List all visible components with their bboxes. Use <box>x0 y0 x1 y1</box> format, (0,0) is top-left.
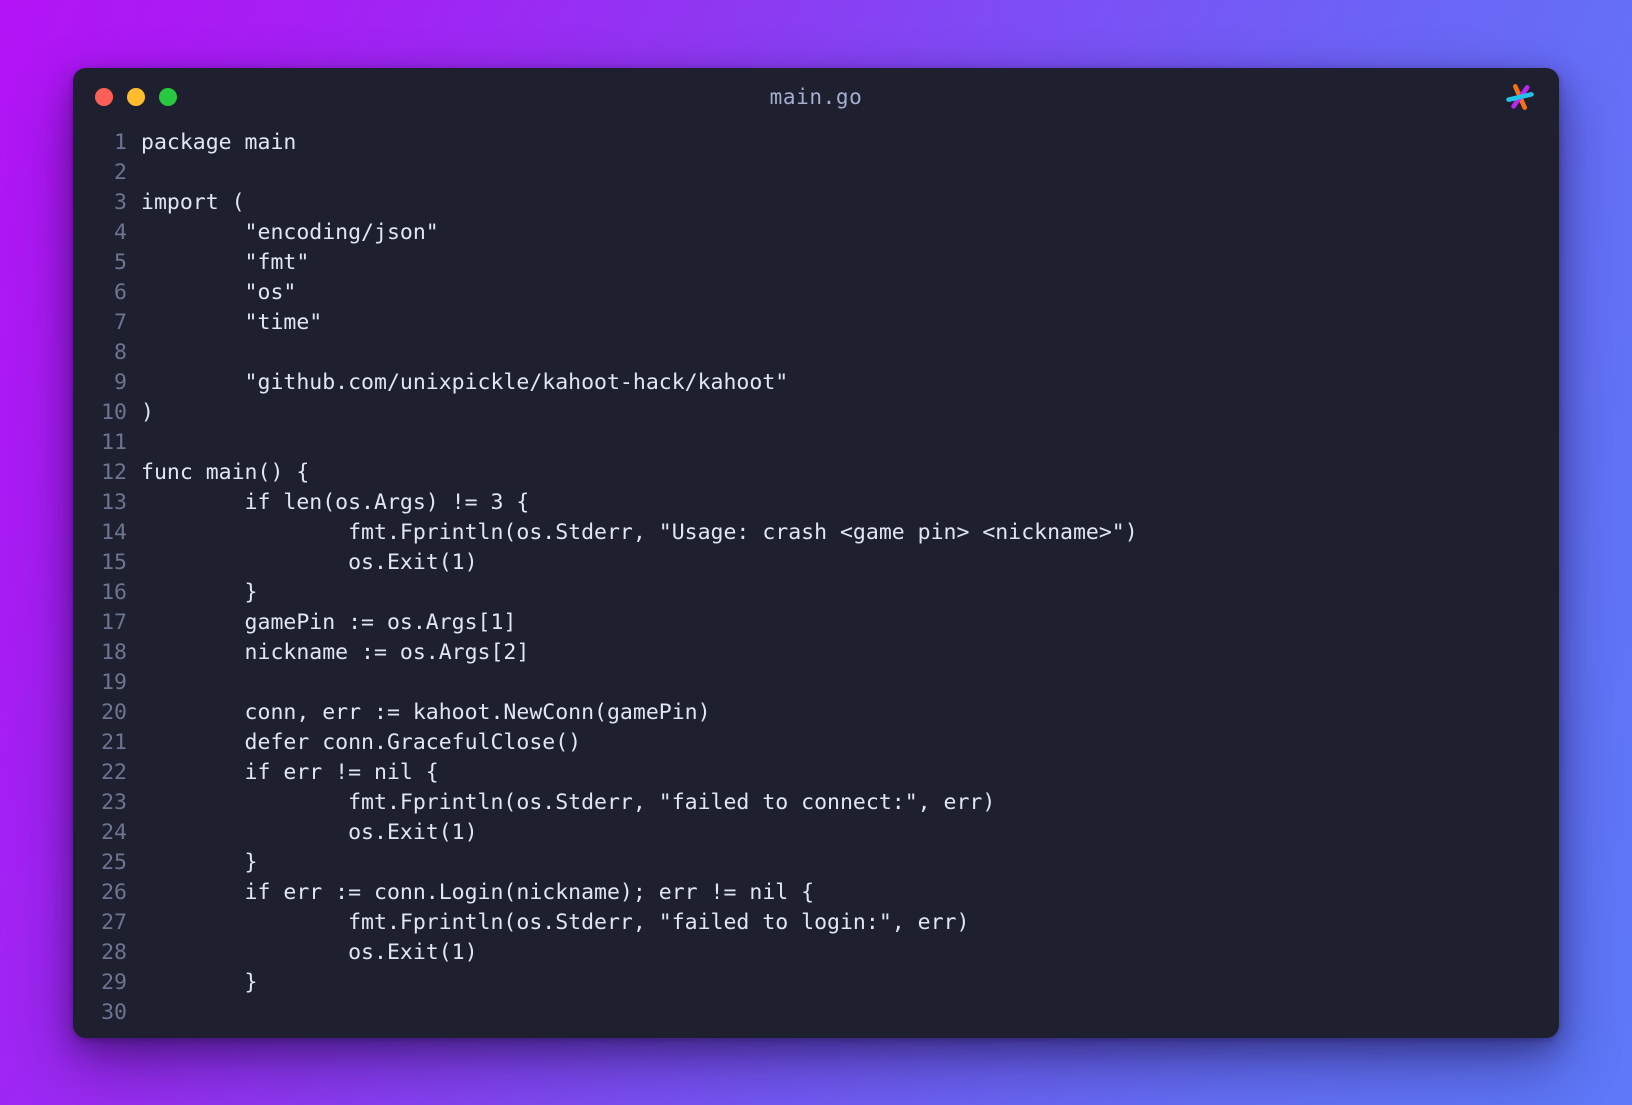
line-number: 26 <box>101 879 127 905</box>
code-line-text: package main <box>141 129 297 155</box>
code-line-text: } <box>141 579 258 605</box>
code-line-text: "github.com/unixpickle/kahoot-hack/kahoo… <box>141 369 789 395</box>
code-line-text: os.Exit(1) <box>141 549 478 575</box>
line-number: 11 <box>101 429 127 455</box>
code-line-text: "fmt" <box>141 249 310 275</box>
close-button[interactable] <box>95 87 113 106</box>
line-number: 21 <box>101 729 127 755</box>
code-line-text: ) <box>141 399 154 425</box>
code-line-text: if err != nil { <box>141 759 439 785</box>
code-line-text: func main() { <box>141 459 310 485</box>
code-line-text: if err := conn.Login(nickname); err != n… <box>141 879 815 905</box>
line-number: 9 <box>114 369 127 395</box>
code-line: 2 <box>73 158 1559 188</box>
code-line: 20 conn, err := kahoot.NewConn(gamePin) <box>73 698 1559 728</box>
line-number: 15 <box>101 549 127 575</box>
line-number: 2 <box>114 159 127 185</box>
code-line: 8 <box>73 338 1559 368</box>
line-number: 29 <box>101 969 127 995</box>
code-line-text: os.Exit(1) <box>141 819 478 845</box>
code-line-text: import ( <box>141 189 245 215</box>
line-number: 27 <box>101 909 127 935</box>
code-line-text: } <box>141 969 258 995</box>
code-line: 11 <box>73 428 1559 458</box>
code-line-text: defer conn.GracefulClose() <box>141 729 582 755</box>
code-line: 16 } <box>73 578 1559 608</box>
line-number: 12 <box>101 459 127 485</box>
code-line: 13 if len(os.Args) != 3 { <box>73 488 1559 518</box>
code-line: 9 "github.com/unixpickle/kahoot-hack/kah… <box>73 368 1559 398</box>
code-line: 26 if err := conn.Login(nickname); err !… <box>73 878 1559 908</box>
code-line-text: "encoding/json" <box>141 219 439 245</box>
line-number: 22 <box>101 759 127 785</box>
code-line: 22 if err != nil { <box>73 758 1559 788</box>
line-number: 30 <box>101 999 127 1025</box>
code-line: 7 "time" <box>73 308 1559 338</box>
code-line: 15 os.Exit(1) <box>73 548 1559 578</box>
line-number: 23 <box>101 789 127 815</box>
line-number: 7 <box>114 309 127 335</box>
line-number: 28 <box>101 939 127 965</box>
line-number: 13 <box>101 489 127 515</box>
line-number: 3 <box>114 189 127 215</box>
line-number: 24 <box>101 819 127 845</box>
traffic-light-buttons <box>95 87 177 106</box>
code-line: 28 os.Exit(1) <box>73 938 1559 968</box>
code-line-text: "os" <box>141 279 297 305</box>
code-line: 6 "os" <box>73 278 1559 308</box>
code-line: 19 <box>73 668 1559 698</box>
code-line-text: fmt.Fprintln(os.Stderr, "failed to conne… <box>141 789 996 815</box>
code-line-text: } <box>141 849 258 875</box>
asterisk-logo-icon <box>1503 80 1537 114</box>
line-number: 6 <box>114 279 127 305</box>
line-number: 17 <box>101 609 127 635</box>
code-window: main.go 1 package main 2 3 import (4 "encodi… <box>73 67 1559 1038</box>
code-line: 18 nickname := os.Args[2] <box>73 638 1559 668</box>
code-line: 14 fmt.Fprintln(os.Stderr, "Usage: crash… <box>73 518 1559 548</box>
line-number: 19 <box>101 669 127 695</box>
code-line-text: gamePin := os.Args[1] <box>141 609 517 635</box>
minimize-button[interactable] <box>127 87 145 106</box>
code-line: 23 fmt.Fprintln(os.Stderr, "failed to co… <box>73 788 1559 818</box>
line-number: 1 <box>114 129 127 155</box>
code-line: 27 fmt.Fprintln(os.Stderr, "failed to lo… <box>73 908 1559 938</box>
line-number: 8 <box>114 339 127 365</box>
code-line: 10) <box>73 398 1559 428</box>
window-titlebar: main.go <box>73 68 1559 126</box>
window-title: main.go <box>769 84 863 109</box>
code-line-list: 1 package main 2 3 import (4 "encoding/json"… <box>73 126 1559 1038</box>
code-line: 25 } <box>73 848 1559 878</box>
code-line: 29 } <box>73 968 1559 998</box>
code-line: 30 <box>73 998 1559 1028</box>
code-line-text: "time" <box>141 309 323 335</box>
code-line: 5 "fmt" <box>73 248 1559 278</box>
line-number: 10 <box>101 399 127 425</box>
code-line-text: fmt.Fprintln(os.Stderr, "Usage: crash <g… <box>141 519 1138 545</box>
code-line-text: fmt.Fprintln(os.Stderr, "failed to login… <box>141 909 970 935</box>
code-line: 12 func main() { <box>73 458 1559 488</box>
line-number: 4 <box>114 219 127 245</box>
code-line: 1 package main <box>73 128 1559 158</box>
line-number: 16 <box>101 579 127 605</box>
code-line-text: os.Exit(1) <box>141 939 478 965</box>
code-line-text: conn, err := kahoot.NewConn(gamePin) <box>141 699 711 725</box>
code-line: 3 import ( <box>73 188 1559 218</box>
code-line: 24 os.Exit(1) <box>73 818 1559 848</box>
line-number: 14 <box>101 519 127 545</box>
line-number: 20 <box>101 699 127 725</box>
code-line-text: if len(os.Args) != 3 { <box>141 489 530 515</box>
line-number: 18 <box>101 639 127 665</box>
code-line-text: nickname := os.Args[2] <box>141 639 530 665</box>
code-editor-area[interactable]: 1 package main 2 3 import (4 "encoding/json"… <box>73 126 1559 1038</box>
maximize-button[interactable] <box>159 87 177 106</box>
code-line: 21 defer conn.GracefulClose() <box>73 728 1559 758</box>
code-line: 17 gamePin := os.Args[1] <box>73 608 1559 638</box>
line-number: 5 <box>114 249 127 275</box>
line-number: 25 <box>101 849 127 875</box>
code-line: 4 "encoding/json" <box>73 218 1559 248</box>
